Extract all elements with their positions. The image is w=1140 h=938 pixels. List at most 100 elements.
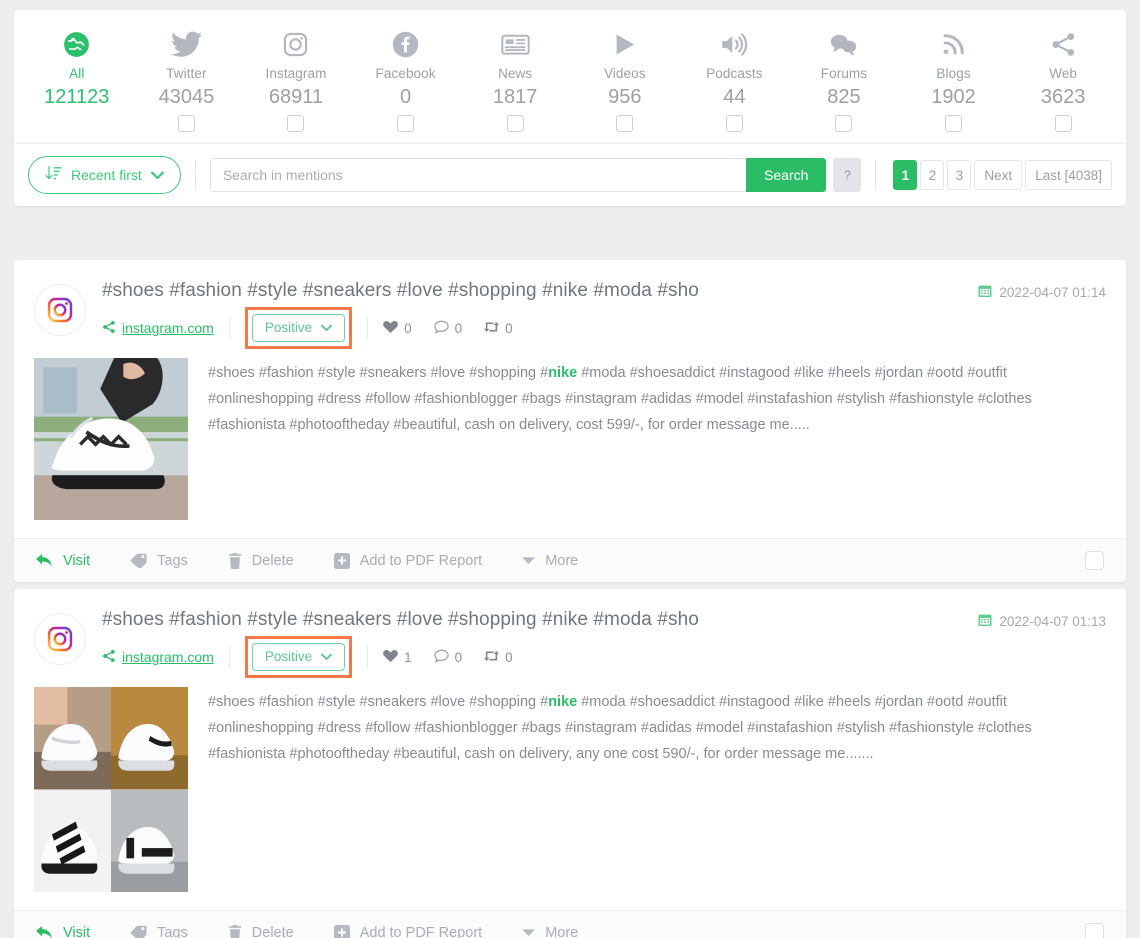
mention-image[interactable] [111, 789, 188, 892]
source-tab-checkbox[interactable] [1054, 109, 1072, 137]
mention-image[interactable] [111, 687, 188, 790]
avatar[interactable] [34, 284, 86, 336]
source-tab-twitter[interactable]: Twitter 43045 [132, 24, 242, 137]
page-button-2[interactable]: 2 [920, 160, 945, 190]
chevron-down-icon [321, 650, 333, 664]
share-icon [102, 320, 116, 337]
page-next-button[interactable]: Next [974, 160, 1023, 190]
action-label: More [545, 924, 579, 938]
source-tab-checkbox[interactable] [287, 109, 305, 137]
action-tags-button[interactable]: Tags [130, 925, 188, 938]
action-label: Add to PDF Report [359, 552, 483, 569]
source-tab-videos[interactable]: Videos 956 [570, 24, 680, 137]
facebook-icon [392, 24, 419, 64]
sort-label: Recent first [71, 167, 142, 183]
page-last-button[interactable]: Last [4038] [1025, 160, 1112, 190]
source-tab-web[interactable]: Web 3623 [1008, 24, 1118, 137]
source-tab-checkbox[interactable] [945, 109, 963, 137]
retweet-icon [484, 649, 500, 666]
search-input[interactable] [209, 158, 747, 192]
action-label: Visit [63, 924, 91, 938]
mention-image[interactable] [34, 358, 188, 520]
source-tab-checkbox[interactable] [177, 109, 195, 137]
action-visit-button[interactable]: Visit [36, 925, 90, 938]
mentions-page: All 121123 Twitter 43045 Instagram 68911 Fac… [0, 0, 1140, 938]
source-tab-checkbox[interactable] [397, 109, 415, 137]
mention-content: #shoes #fashion #style #sneakers #love #… [14, 687, 1126, 910]
avatar[interactable] [34, 613, 86, 665]
action-delete-button[interactable]: Delete [228, 552, 294, 569]
source-tab-checkbox[interactable] [835, 109, 853, 137]
globe-icon [63, 24, 90, 64]
action-label: More [545, 552, 579, 569]
mention-actions: Visit Tags Delete Add to PDF Report More [14, 910, 1126, 938]
search-help-button[interactable]: ? [833, 158, 862, 192]
page-button-3[interactable]: 3 [947, 160, 972, 190]
mention-card: #shoes #fashion #style #sneakers #love #… [14, 589, 1126, 938]
source-tab-label: All [69, 66, 85, 81]
rss-icon [940, 24, 967, 64]
tag-icon [130, 925, 147, 938]
sort-dropdown[interactable]: Recent first [28, 156, 181, 194]
action-more-button[interactable]: More [522, 553, 578, 569]
source-tab-forums[interactable]: Forums 825 [789, 24, 899, 137]
mention-domain-text: instagram.com [122, 320, 214, 336]
engagement-stats: 0 0 0 [383, 320, 513, 337]
action-more-button[interactable]: More [522, 925, 578, 938]
mention-select-checkbox[interactable] [1085, 551, 1104, 570]
mention-image-grid[interactable] [34, 687, 188, 892]
toolbar-divider [194, 160, 196, 190]
mention-date-text: 2022-04-07 01:14 [999, 285, 1106, 300]
mention-domain-link[interactable]: instagram.com [102, 320, 214, 337]
action-visit-button[interactable]: Visit [36, 553, 90, 569]
mention-keyword: nike [548, 694, 578, 710]
sentiment-dropdown[interactable]: Positive [251, 314, 346, 342]
search-button[interactable]: Search [746, 158, 827, 192]
mention-text: #shoes #fashion #style #sneakers #love #… [208, 687, 1106, 892]
action-label: Delete [251, 924, 294, 938]
sentiment-label: Positive [264, 320, 313, 336]
shares-count: 0 [505, 649, 513, 665]
source-tab-instagram[interactable]: Instagram 68911 [241, 24, 351, 137]
mention-header: #shoes #fashion #style #sneakers #love #… [14, 589, 1126, 678]
twitter-icon [170, 24, 202, 64]
plus-square-icon [333, 924, 350, 938]
source-tab-count: 68911 [268, 86, 324, 108]
source-tab-podcasts[interactable]: Podcasts 44 [680, 24, 790, 137]
page-button-1[interactable]: 1 [893, 160, 918, 190]
source-tab-count: 1817 [492, 86, 538, 108]
action-add-to-pdf-report-button[interactable]: Add to PDF Report [333, 552, 483, 569]
back-arrow-icon [36, 925, 53, 938]
action-add-to-pdf-report-button[interactable]: Add to PDF Report [333, 924, 482, 938]
sentiment-dropdown[interactable]: Positive [251, 643, 346, 671]
mention-title[interactable]: #shoes #fashion #style #sneakers #love #… [102, 609, 966, 631]
source-tab-checkbox[interactable] [725, 109, 743, 137]
source-tab-facebook[interactable]: Facebook 0 [351, 24, 461, 137]
source-tab-label: Instagram [265, 66, 327, 81]
source-tab-count: 0 [400, 86, 412, 108]
mention-content: #shoes #fashion #style #sneakers #love #… [14, 358, 1126, 538]
mention-domain-link[interactable]: instagram.com [102, 649, 214, 666]
action-label: Delete [251, 552, 294, 569]
mention-image[interactable] [34, 789, 111, 892]
source-tab-news[interactable]: News 1817 [460, 24, 570, 137]
mention-image[interactable] [34, 687, 111, 790]
comment-bubble-icon [433, 320, 449, 337]
mention-actions: Visit Tags Delete Add to PDF Report More [14, 538, 1126, 582]
action-tags-button[interactable]: Tags [130, 553, 188, 569]
source-tab-checkbox[interactable] [506, 109, 524, 137]
shares-stat: 0 [484, 649, 513, 666]
tag-icon [130, 553, 147, 568]
plus-square-icon [333, 552, 350, 569]
retweet-icon [484, 320, 500, 337]
meta-divider [367, 646, 369, 668]
source-tab-label: Web [1049, 66, 1078, 81]
mention-title[interactable]: #shoes #fashion #style #sneakers #love #… [102, 280, 966, 302]
source-tab-checkbox[interactable] [616, 109, 634, 137]
source-tab-count: 44 [723, 86, 746, 108]
source-tab-blogs[interactable]: Blogs 1902 [899, 24, 1009, 137]
chevron-down-icon [321, 321, 333, 335]
mention-select-checkbox[interactable] [1085, 923, 1104, 938]
action-delete-button[interactable]: Delete [228, 924, 294, 938]
source-tab-all[interactable]: All 121123 [22, 24, 132, 137]
